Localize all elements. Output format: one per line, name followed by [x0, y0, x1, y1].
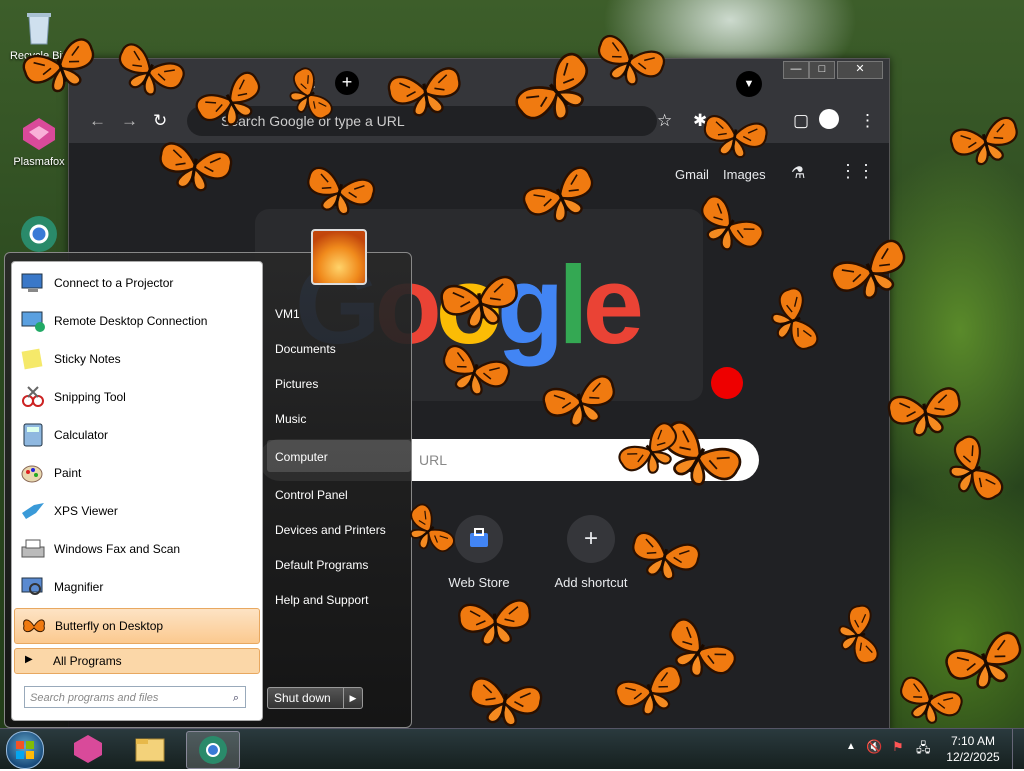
folder-icon	[135, 738, 165, 762]
network-icon[interactable]: 🖧	[916, 739, 931, 761]
clock[interactable]: 7:10 AM 12/2/2025	[940, 733, 1006, 765]
windows-logo-icon	[16, 741, 34, 759]
start-orb-button[interactable]	[6, 731, 44, 769]
action-center-flag-icon[interactable]: ⚑	[892, 739, 904, 755]
taskbar-browser[interactable]	[186, 731, 240, 769]
volume-muted-icon[interactable]: 🔇	[866, 739, 882, 755]
plasmafox-icon	[74, 735, 102, 763]
show-desktop-button[interactable]	[1012, 729, 1024, 769]
clock-time: 7:10 AM	[950, 734, 996, 748]
show-hidden-icons-arrow[interactable]: ▲	[846, 741, 856, 752]
taskbar-explorer[interactable]	[124, 731, 176, 767]
clock-date: 12/2/2025	[946, 750, 1000, 764]
taskbar: ▲ 🔇 ⚑ 🖧 7:10 AM 12/2/2025	[0, 728, 1024, 769]
taskbar-plasmafox[interactable]	[62, 731, 114, 767]
butterfly-overlay	[19, 32, 1024, 728]
chrome-icon	[199, 736, 227, 764]
